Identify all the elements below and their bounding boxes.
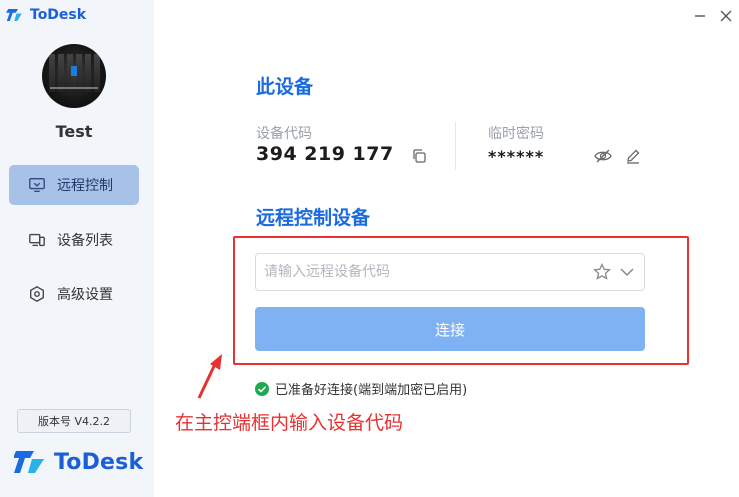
copy-icon [413, 149, 426, 163]
monitor-remote-icon [27, 175, 47, 195]
sidebar-item-label: 远程控制 [57, 178, 113, 194]
minimize-button[interactable] [690, 6, 710, 26]
todesk-logo-icon [6, 9, 22, 21]
history-dropdown-button[interactable] [617, 262, 637, 282]
divider [455, 122, 456, 170]
this-device-title: 此设备 [256, 76, 314, 98]
close-icon [720, 10, 732, 22]
device-code-label: 设备代码 [256, 126, 312, 142]
settings-hexagon-icon [27, 284, 47, 304]
chevron-down-icon [620, 268, 634, 277]
eye-off-icon [594, 149, 612, 163]
pencil-icon [627, 149, 640, 164]
sidebar-item-remote-control[interactable]: 远程控制 [9, 165, 139, 205]
star-icon [593, 263, 611, 280]
app-title: ToDesk [6, 6, 86, 24]
remote-control-title: 远程控制设备 [256, 207, 371, 229]
edit-password-button[interactable] [623, 146, 643, 166]
username: Test [55, 122, 93, 141]
sidebar-item-device-list[interactable]: 设备列表 [9, 220, 139, 260]
remote-code-input[interactable] [264, 254, 584, 290]
annotation-text: 在主控端框内输入设备代码 [175, 412, 404, 434]
brand-footer: ToDesk [14, 448, 143, 476]
favorite-button[interactable] [592, 262, 612, 282]
toggle-visibility-button[interactable] [593, 146, 613, 166]
brand-name: ToDesk [54, 449, 144, 475]
close-button[interactable] [716, 6, 736, 26]
connect-button[interactable]: 连接 [255, 307, 645, 351]
remote-code-field[interactable] [255, 253, 645, 291]
minimize-icon [695, 15, 705, 17]
temp-password-value: ****** [488, 147, 545, 166]
sidebar-item-label: 高级设置 [57, 287, 113, 303]
sidebar-item-label: 设备列表 [57, 233, 113, 249]
connection-status: 已准备好连接(端到端加密已启用) [255, 379, 467, 398]
todesk-window: ToDesk Test 远程控制 设备列表 高级设置 版本号 V4.2.2 To… [0, 0, 739, 497]
avatar[interactable] [42, 44, 106, 108]
sidebar: ToDesk Test 远程控制 设备列表 高级设置 版本号 V4.2.2 To… [0, 0, 154, 497]
copy-button[interactable] [409, 146, 429, 166]
device-code-value: 394 219 177 [256, 143, 394, 165]
temp-password-label: 临时密码 [488, 126, 544, 142]
version-label: 版本号 V4.2.2 [17, 409, 131, 433]
annotation-arrow-icon [197, 354, 222, 399]
app-name: ToDesk [30, 7, 87, 23]
todesk-logo-icon [14, 451, 44, 473]
sidebar-item-advanced-settings[interactable]: 高级设置 [9, 274, 139, 314]
status-text: 已准备好连接(端到端加密已启用) [275, 383, 468, 398]
devices-icon [27, 230, 47, 250]
check-circle-icon [255, 381, 269, 396]
